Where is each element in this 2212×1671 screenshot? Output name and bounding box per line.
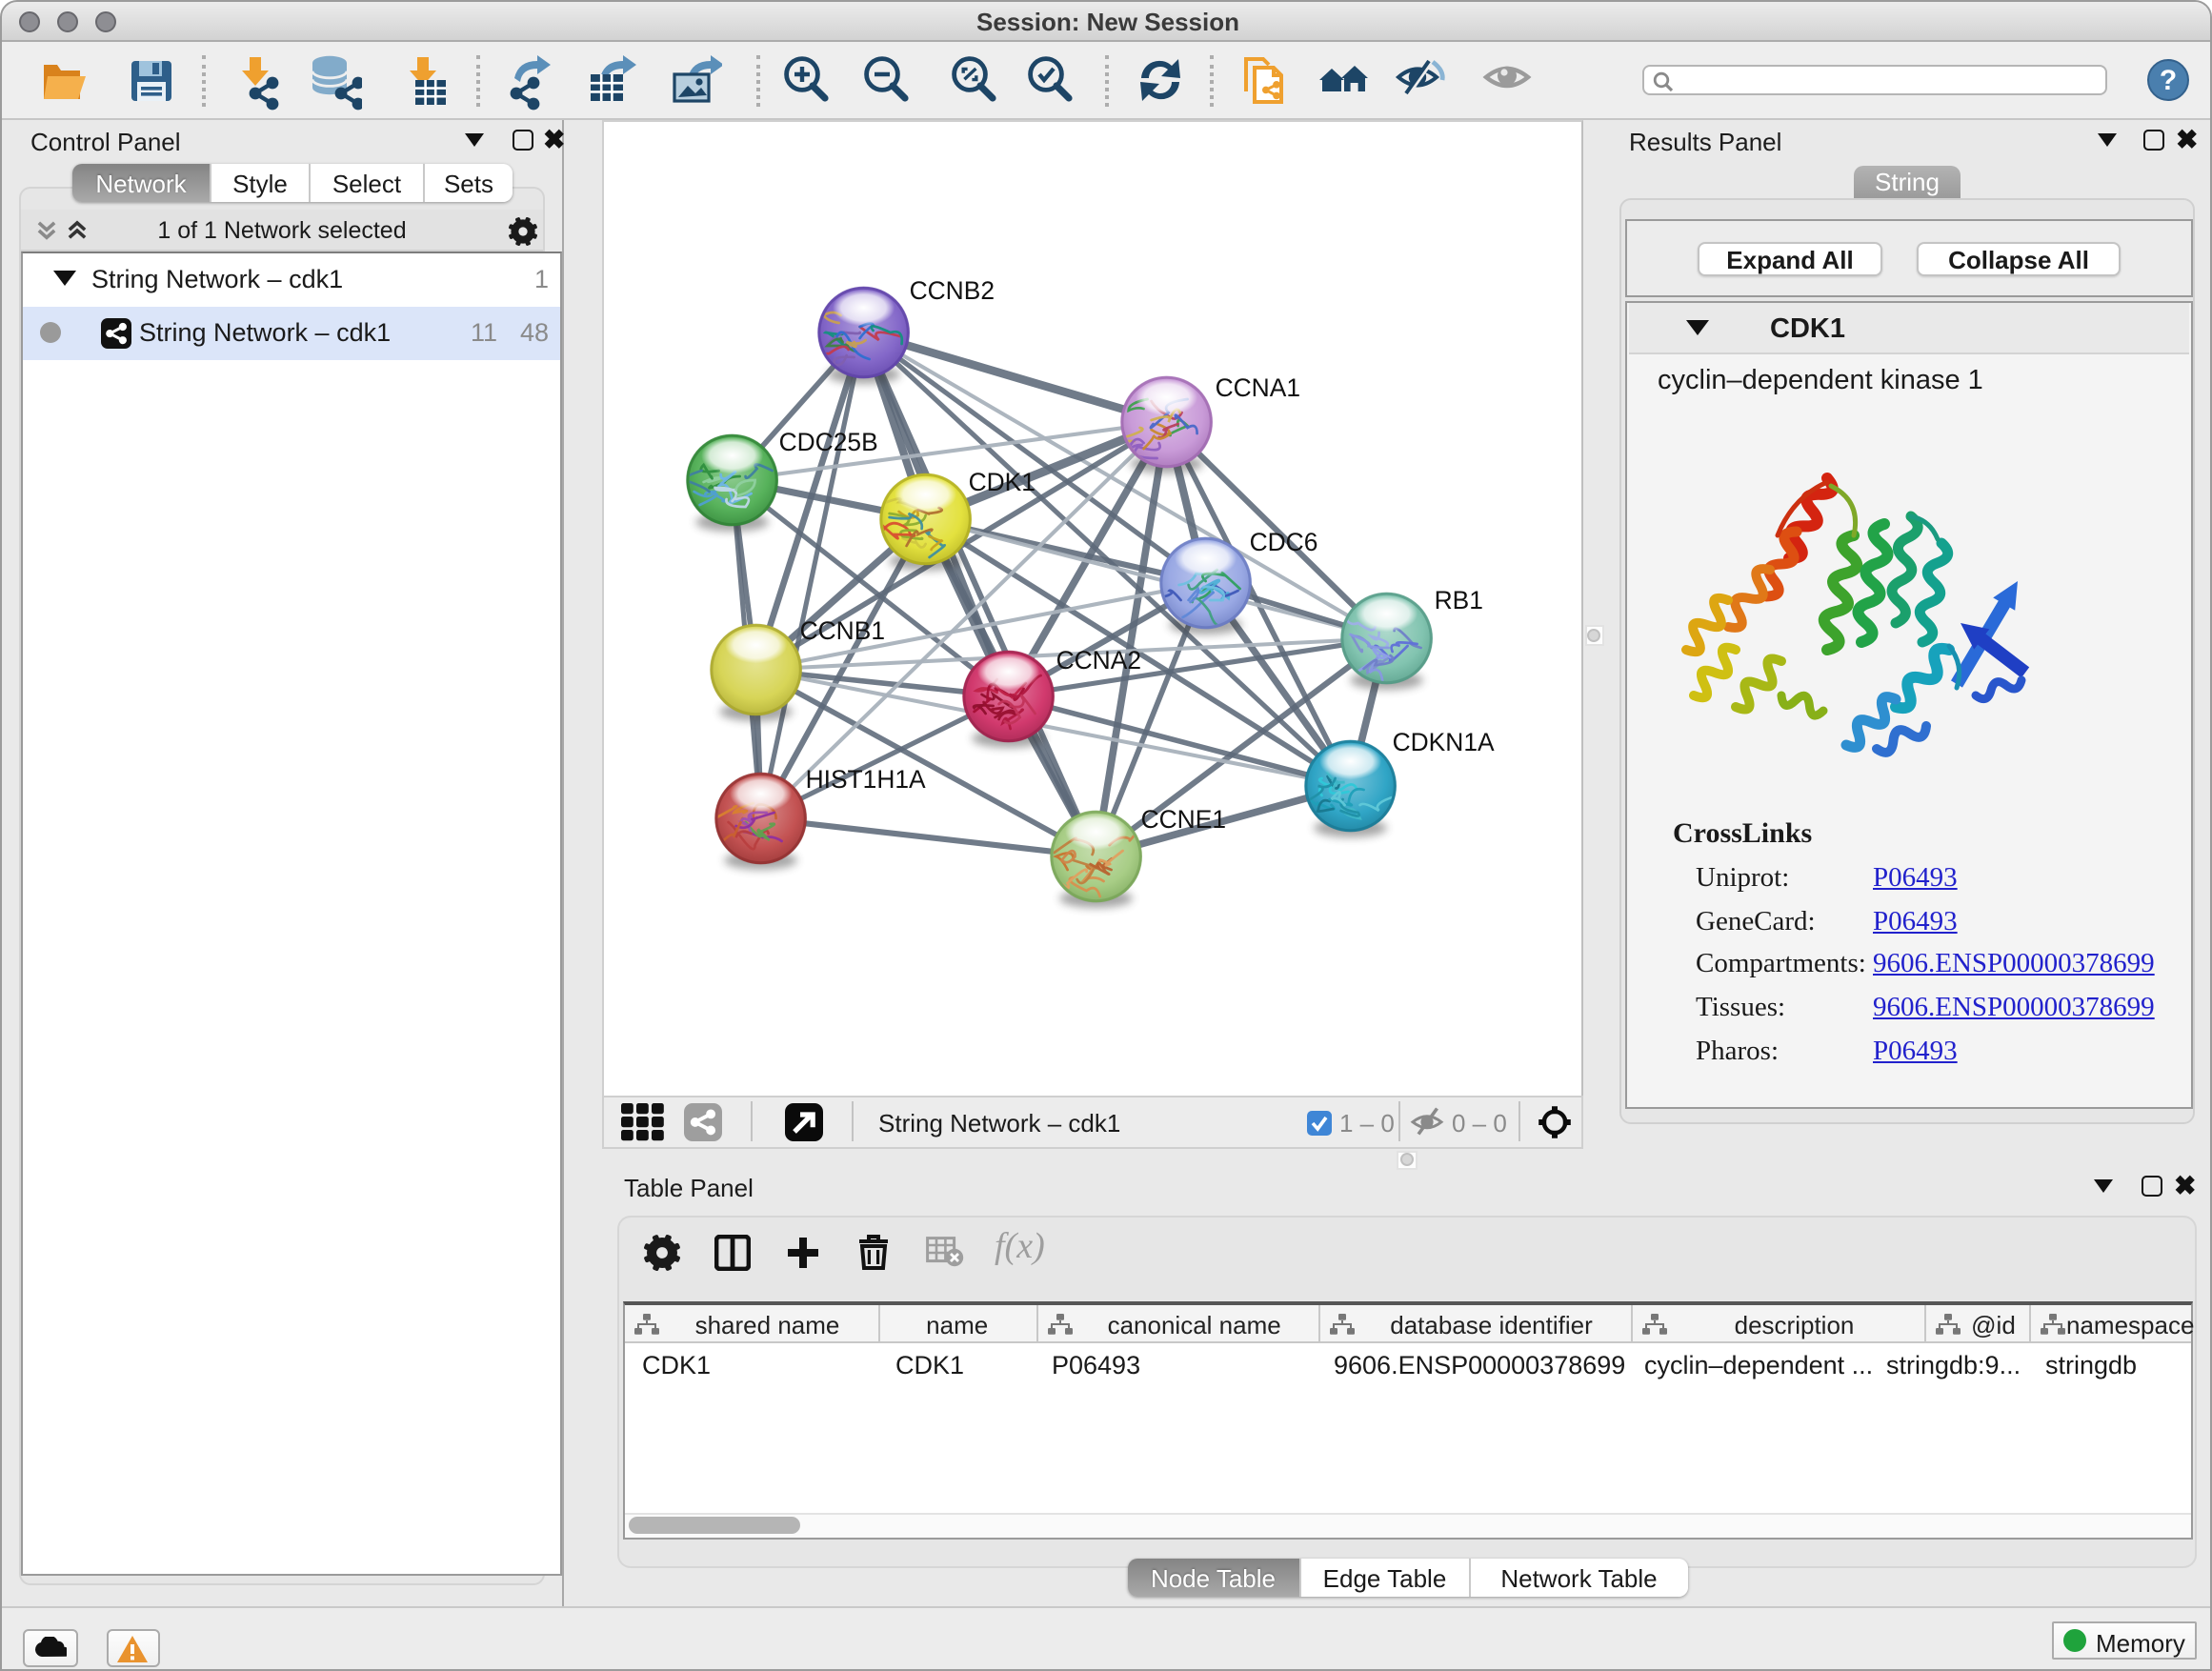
svg-text:CDKN1A: CDKN1A: [1392, 728, 1494, 756]
svg-text:RB1: RB1: [1434, 586, 1482, 614]
svg-text:CCNB2: CCNB2: [909, 276, 994, 305]
svg-text:CCNB1: CCNB1: [799, 616, 884, 645]
svg-text:CDC25B: CDC25B: [778, 428, 877, 456]
svg-text:CCNA1: CCNA1: [1215, 373, 1299, 402]
svg-text:CDC6: CDC6: [1249, 528, 1317, 556]
svg-text:CCNA2: CCNA2: [1056, 646, 1140, 674]
svg-text:CDK1: CDK1: [968, 468, 1035, 496]
svg-text:CCNE1: CCNE1: [1140, 805, 1225, 834]
svg-text:HIST1H1A: HIST1H1A: [805, 765, 925, 794]
